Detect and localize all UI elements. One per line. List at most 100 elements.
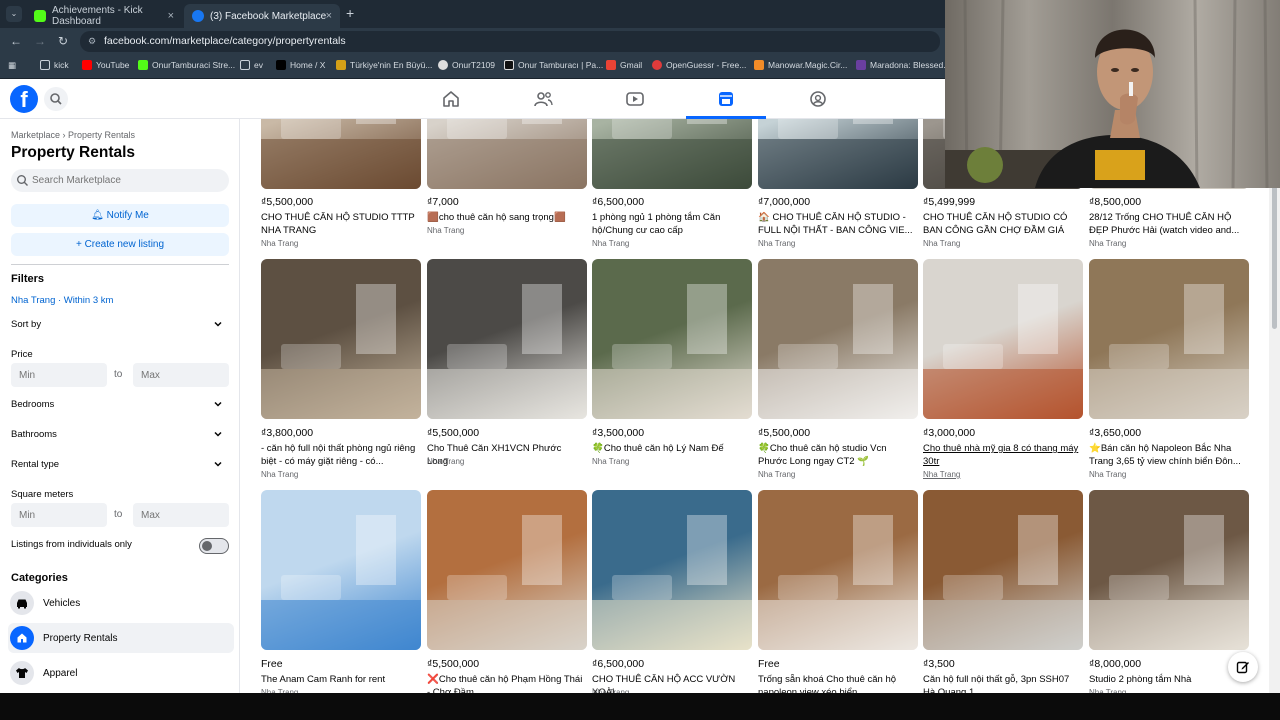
bathrooms-dropdown[interactable]: Bathrooms (11, 429, 229, 447)
sqm-max-input[interactable] (133, 503, 229, 527)
bookmark-item[interactable]: kick (40, 60, 69, 70)
listing-photo[interactable] (427, 259, 587, 419)
listing-title[interactable]: - căn hộ full nội thất phòng ngủ riêng b… (261, 442, 419, 468)
listing-title[interactable]: ❌Cho thuê căn hộ Phạm Hồng Thái - Chợ Đầ… (427, 673, 585, 693)
listing-title[interactable]: 🍀Cho thuê căn hộ Lý Nam Đế (592, 442, 750, 455)
bookmark-item[interactable]: OnurTamburaci Stre... (138, 60, 235, 70)
listing-photo[interactable] (923, 259, 1083, 419)
listing-title[interactable]: 28/12 Trống CHO THUÊ CĂN HỘ ĐẸP Phước Hả… (1089, 211, 1247, 237)
price-max-input[interactable] (133, 363, 229, 387)
listing-photo[interactable] (592, 490, 752, 650)
apps-grid-icon[interactable]: ▦ (8, 60, 16, 71)
chevron-down-icon (213, 459, 223, 471)
bookmark-item[interactable]: OpenGuessr - Free... (652, 60, 746, 70)
bell-icon: 🔔︎ (91, 210, 104, 221)
tab-facebook-marketplace[interactable]: (3) Facebook Marketplace | Face × (184, 4, 340, 28)
search-marketplace-box[interactable] (11, 169, 229, 192)
tab-search-button[interactable]: ⌄ (6, 6, 22, 22)
breadcrumb[interactable]: Marketplace › Property Rentals (11, 130, 135, 140)
bedrooms-dropdown[interactable]: Bedrooms (11, 399, 229, 417)
listing-photo[interactable] (427, 119, 587, 189)
bookmark-item[interactable]: Home / X (276, 60, 325, 70)
friends-icon[interactable] (532, 89, 554, 109)
listing-title[interactable]: 🟫cho thuê căn hộ sang trọng🟫 (427, 211, 585, 224)
tab-kick-dashboard[interactable]: Achievements - Kick Dashboard × (26, 4, 182, 28)
bookmark-label: kick (54, 60, 69, 70)
price-min-input[interactable] (11, 363, 107, 387)
new-tab-plus-icon[interactable]: + (346, 6, 354, 20)
compose-message-button[interactable] (1228, 652, 1258, 682)
room-photo-graphic (427, 119, 587, 189)
listing-photo[interactable] (592, 259, 752, 419)
individuals-only-toggle[interactable] (199, 538, 229, 554)
bookmark-item[interactable]: YouTube (82, 60, 129, 70)
listing-title[interactable]: 1 phòng ngủ 1 phòng tắm Căn hộ/Chung cư … (592, 211, 750, 237)
listing-title[interactable]: CHO THUÊ CĂN HỘ STUDIO CÓ BAN CÔNG GẦN C… (923, 211, 1081, 237)
room-photo-graphic (261, 119, 421, 189)
home-icon[interactable] (440, 89, 462, 109)
category-vehicles[interactable]: Vehicles (8, 588, 234, 618)
listing-photo[interactable] (261, 490, 421, 650)
facebook-logo-icon[interactable]: f (10, 85, 38, 113)
location-filter-link[interactable]: Nha Trang · Within 3 km (11, 295, 113, 306)
listing-location: Nha Trang (592, 457, 630, 466)
listing-photo[interactable] (758, 119, 918, 189)
reload-icon[interactable]: ↻ (58, 34, 68, 48)
close-tab-icon[interactable]: × (326, 10, 332, 22)
listing-title[interactable]: 🏠 CHO THUÊ CĂN HỘ STUDIO - FULL NỘI THẤT… (758, 211, 916, 237)
listing-title[interactable]: CHO THUÊ CĂN HỘ STUDIO TTTP NHA TRANG (261, 211, 419, 237)
category-property-rentals[interactable]: Property Rentals (8, 623, 234, 653)
page-scrollbar[interactable] (1269, 119, 1280, 693)
forward-arrow-icon[interactable]: → (34, 34, 46, 48)
sort-by-dropdown[interactable]: Sort by (11, 319, 229, 337)
listing-title[interactable]: 🍀Cho thuê căn hộ studio Vcn Phước Long n… (758, 442, 916, 468)
facebook-favicon-icon (192, 10, 204, 22)
notify-me-button[interactable]: 🔔︎ Notify Me (11, 204, 229, 227)
room-photo-graphic (261, 515, 421, 650)
listing-photo[interactable] (592, 119, 752, 189)
listing-photo[interactable] (1089, 259, 1249, 419)
marketplace-icon[interactable] (715, 89, 737, 109)
to-label: to (114, 369, 123, 380)
sqm-min-input[interactable] (11, 503, 107, 527)
listing-photo[interactable] (758, 259, 918, 419)
bookmark-item[interactable]: OnurT2109 (438, 60, 495, 70)
room-photo-graphic (1089, 515, 1249, 650)
listing-photo[interactable] (427, 490, 587, 650)
listing-title[interactable]: Trống sẵn khoá Cho thuê căn hộ napoleon … (758, 673, 916, 693)
listing-photo[interactable] (261, 259, 421, 419)
groups-icon[interactable] (807, 89, 829, 109)
bookmark-item[interactable]: Gmail (606, 60, 642, 70)
search-icon[interactable] (44, 87, 68, 111)
listing-photo[interactable] (1089, 490, 1249, 650)
categories-title: Categories (11, 572, 68, 584)
individuals-only-label: Listings from individuals only (11, 539, 132, 550)
bookmark-item[interactable]: Manowar.Magic.Cir... (754, 60, 847, 70)
listing-photo[interactable] (758, 490, 918, 650)
bookmark-label: YouTube (96, 60, 130, 70)
category-label: Vehicles (43, 597, 81, 609)
listing-title[interactable]: Cho thuê nhà mỹ gia 8 có thang máy 30tr (923, 442, 1081, 468)
listing-title[interactable]: The Anam Cam Ranh for rent (261, 673, 419, 686)
listing-location: Nha Trang (758, 470, 796, 479)
search-input[interactable] (32, 169, 222, 192)
room-photo-graphic (1089, 284, 1249, 419)
listing-title[interactable]: ⭐Bán căn hộ Napoleon Bắc Nha Trang 3,65 … (1089, 442, 1247, 468)
bookmark-item[interactable]: Onur Tamburacı | Pa... (504, 60, 603, 70)
listing-title[interactable]: Studio 2 phòng tắm Nhà (1089, 673, 1247, 686)
divider (11, 264, 229, 265)
close-tab-icon[interactable]: × (168, 10, 174, 22)
create-new-listing-button[interactable]: + Create new listing (11, 233, 229, 256)
category-apparel[interactable]: Apparel (8, 658, 234, 688)
bookmark-item[interactable]: Maradona: Blessed... (856, 60, 950, 70)
rental-type-dropdown[interactable]: Rental type (11, 459, 229, 477)
site-info-icon[interactable]: ⚙ (88, 31, 96, 52)
listing-title[interactable]: Căn hộ full nội thất gỗ, 3pn SSH07 Hà Qu… (923, 673, 1081, 693)
bookmark-item[interactable]: Türkiye'nin En Büyü... (336, 60, 432, 70)
back-arrow-icon[interactable]: ← (10, 34, 22, 48)
video-icon[interactable] (624, 89, 646, 109)
url-field[interactable]: ⚙ facebook.com/marketplace/category/prop… (80, 31, 940, 52)
bookmark-item[interactable]: ev (240, 60, 263, 70)
listing-photo[interactable] (923, 490, 1083, 650)
listing-photo[interactable] (261, 119, 421, 189)
